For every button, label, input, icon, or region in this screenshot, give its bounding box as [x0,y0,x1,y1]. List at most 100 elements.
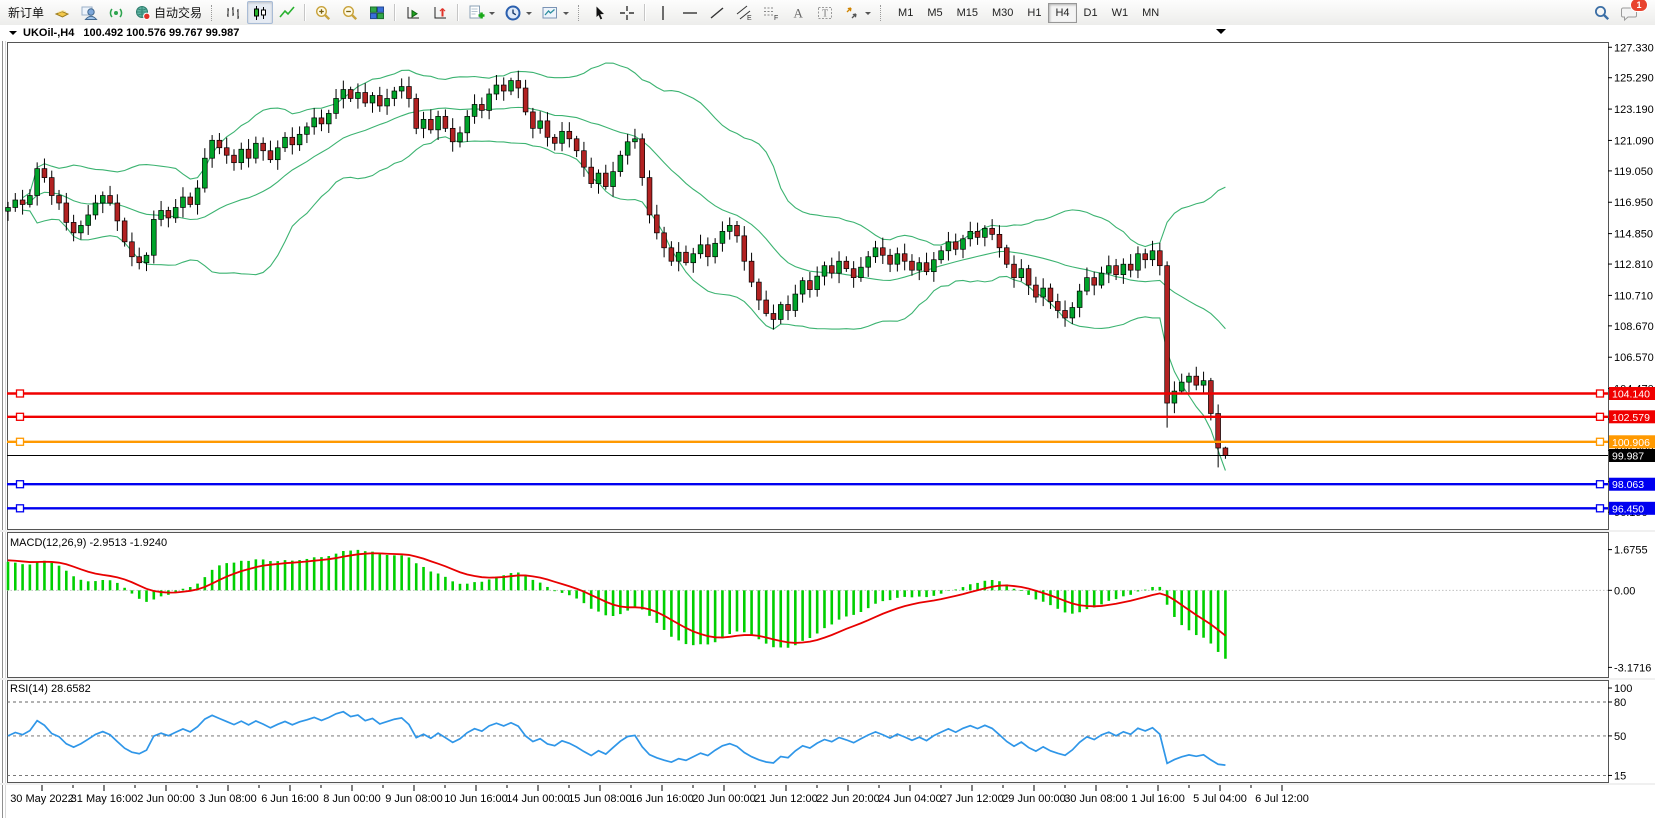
svg-text:108.670: 108.670 [1614,321,1654,333]
zoom-out-button[interactable] [337,1,363,24]
collapse-triangle-icon[interactable] [9,31,17,39]
trendline-button[interactable] [704,1,730,24]
line-handle[interactable] [17,481,24,488]
auto-trading-button[interactable]: 自动交易 [130,1,206,24]
timeframe-button-m5[interactable]: M5 [920,3,949,23]
horizontal-line-button[interactable] [677,1,703,24]
timeframe-button-m15[interactable]: M15 [950,3,985,23]
profile-button[interactable] [76,1,102,24]
templates-button[interactable] [537,1,573,24]
cursor-icon [591,4,609,22]
fibonacci-icon: F [762,4,780,22]
line-chart-icon [278,4,296,22]
chart-shift-button[interactable] [427,1,453,24]
line-chart-button[interactable] [274,1,300,24]
chart-canvas[interactable]: 127.330125.290123.190121.090119.050116.9… [0,41,1655,818]
timeframe-button-m30[interactable]: M30 [985,3,1020,23]
trendline-icon [708,4,726,22]
svg-text:30 Jun 08:00: 30 Jun 08:00 [1064,793,1128,805]
chevron-down-icon [526,12,532,18]
pane-border [8,681,1609,783]
text-label-button[interactable]: T [812,1,838,24]
svg-text:A: A [794,5,804,20]
svg-text:119.050: 119.050 [1614,166,1653,178]
new-order-label: 新订单 [8,4,44,21]
timeframe-button-h1[interactable]: H1 [1020,3,1048,23]
line-handle[interactable] [17,413,24,420]
line-handle[interactable] [17,390,24,397]
price-line-label: 98.063 [1609,478,1655,492]
svg-text:80: 80 [1614,697,1626,709]
toolbar-separator [394,4,396,21]
svg-text:22 Jun 20:00: 22 Jun 20:00 [816,793,880,805]
crosshair-icon [618,4,636,22]
current-bar-marker-icon [1216,29,1226,39]
text-label-icon: T [816,4,834,22]
timeframe-button-h4[interactable]: H4 [1048,3,1076,23]
chart-symbol-period: UKOil-,H4 [23,27,74,39]
line-handle[interactable] [1597,390,1604,397]
timeframe-button-mn[interactable]: MN [1135,3,1166,23]
svg-text:50: 50 [1614,731,1626,743]
svg-text:125.290: 125.290 [1614,73,1654,85]
bar-chart-button[interactable] [220,1,246,24]
line-handle[interactable] [1597,438,1604,445]
svg-text:121.090: 121.090 [1614,135,1654,147]
line-handle[interactable] [1597,481,1604,488]
search-button[interactable] [1589,1,1615,24]
equidistant-channel-button[interactable]: E [731,1,757,24]
text-button[interactable]: A [785,1,811,24]
periods-clock-button[interactable] [500,1,536,24]
chart-title-bar[interactable]: UKOil-,H4 100.492 100.576 99.767 99.987 [0,25,1655,41]
svg-text:100.906: 100.906 [1612,437,1650,449]
signal-button[interactable] [103,1,129,24]
svg-text:110.710: 110.710 [1614,290,1653,302]
svg-text:5 Jul 04:00: 5 Jul 04:00 [1193,793,1247,805]
chat-button[interactable]: 1 [1616,1,1643,24]
auto-scroll-button[interactable] [400,1,426,24]
line-handle[interactable] [1597,413,1604,420]
svg-text:1.6755: 1.6755 [1614,545,1648,557]
chart-ohlc-values: 100.492 100.576 99.767 99.987 [83,27,239,39]
svg-text:F: F [774,15,778,22]
equidistant-channel-icon: E [735,4,753,22]
periods-clock-icon [504,4,522,22]
vertical-line-button[interactable] [650,1,676,24]
timeframe-button-w1[interactable]: W1 [1105,3,1136,23]
timeframe-toolbar: M1M5M15M30H1H4D1W1MN [891,3,1166,23]
zoom-in-button[interactable] [310,1,336,24]
candlestick-chart-button[interactable] [247,1,273,24]
timeframe-button-d1[interactable]: D1 [1077,3,1105,23]
svg-text:102.579: 102.579 [1612,412,1650,424]
timeframe-button-m1[interactable]: M1 [891,3,920,23]
svg-text:8 Jun 00:00: 8 Jun 00:00 [323,793,381,805]
fibonacci-button[interactable]: F [758,1,784,24]
arrows-button[interactable] [839,1,875,24]
time-axis: 30 May 202231 May 16:002 Jun 00:003 Jun … [10,785,1309,805]
svg-text:112.810: 112.810 [1614,259,1653,271]
horizontal-line-icon [681,4,699,22]
gold-button[interactable] [49,1,75,24]
new-order-button[interactable]: 新订单 [4,1,48,24]
zoom-out-icon [341,4,359,22]
candlestick-chart-icon [251,4,269,22]
line-handle[interactable] [17,505,24,512]
toolbar-grip [211,5,215,21]
svg-text:T: T [822,8,828,19]
price-line-label: 104.140 [1609,387,1655,401]
cursor-button[interactable] [587,1,613,24]
svg-text:106.570: 106.570 [1614,352,1654,364]
chevron-down-icon [563,12,569,18]
svg-text:E: E [747,15,752,22]
crosshair-button[interactable] [614,1,640,24]
svg-text:27 Jun 12:00: 27 Jun 12:00 [940,793,1004,805]
svg-text:10 Jun 16:00: 10 Jun 16:00 [444,793,508,805]
add-indicator-button[interactable] [463,1,499,24]
tile-windows-button[interactable] [364,1,390,24]
svg-text:29 Jun 00:00: 29 Jun 00:00 [1002,793,1066,805]
toolbar-separator [644,4,646,21]
svg-text:123.190: 123.190 [1614,104,1654,116]
line-handle[interactable] [1597,505,1604,512]
line-handle[interactable] [17,438,24,445]
templates-icon [541,4,559,22]
